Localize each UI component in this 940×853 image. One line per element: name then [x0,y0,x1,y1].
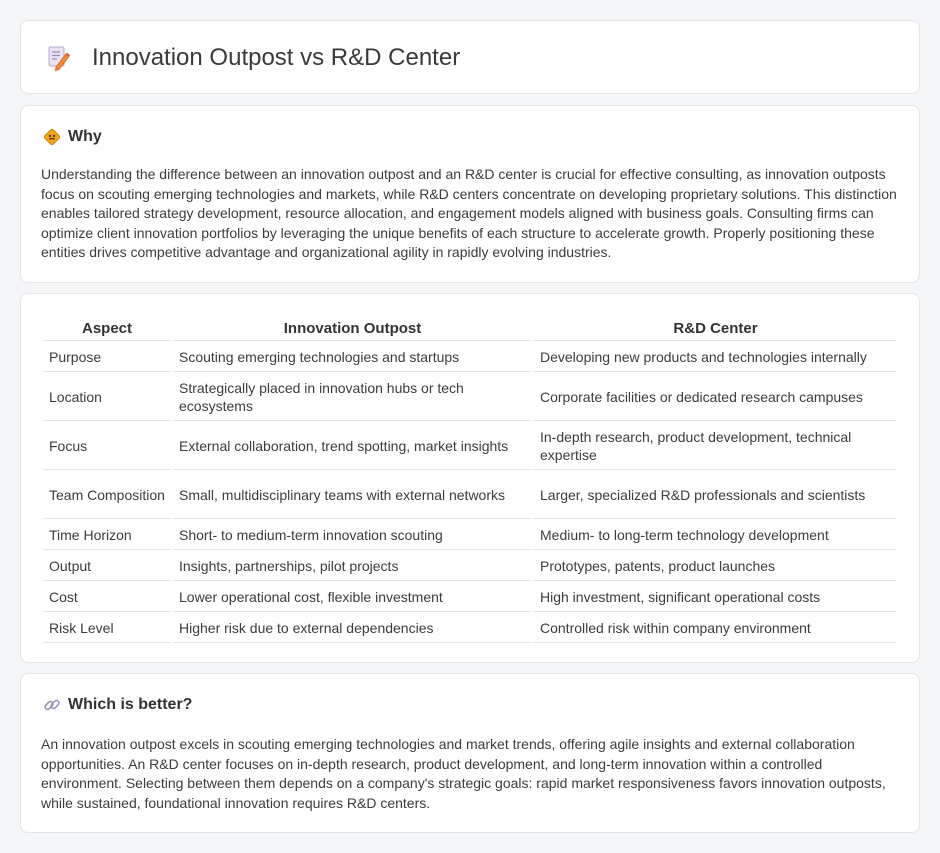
rd-center-cell: High investment, significant operational… [534,583,897,612]
table-row: Risk Level Higher risk due to external d… [43,614,897,643]
table-row: Team Composition Small, multidisciplinar… [43,472,897,519]
table-row: Cost Lower operational cost, flexible in… [43,583,897,612]
aspect-cell: Cost [43,583,171,612]
rd-center-cell: Corporate facilities or dedicated resear… [534,374,897,421]
rd-center-cell: Developing new products and technologies… [534,343,897,372]
table-header-row: Aspect Innovation Outpost R&D Center [43,316,897,341]
aspect-cell: Focus [43,423,171,470]
diamond-sign-icon [43,128,61,146]
comparison-table: Aspect Innovation Outpost R&D Center Pur… [41,314,899,645]
aspect-cell: Risk Level [43,614,171,643]
rd-center-cell: In-depth research, product development, … [534,423,897,470]
aspect-cell: Time Horizon [43,521,171,550]
table-row: Time Horizon Short- to medium-term innov… [43,521,897,550]
aspect-cell: Output [43,552,171,581]
comparison-section: Aspect Innovation Outpost R&D Center Pur… [20,293,920,663]
aspect-cell: Location [43,374,171,421]
link-icon [44,699,60,711]
innovation-outpost-cell: Short- to medium-term innovation scoutin… [173,521,532,550]
innovation-outpost-cell: Higher risk due to external dependencies [173,614,532,643]
aspect-cell: Team Composition [43,472,171,519]
why-heading: Why [68,128,102,145]
innovation-outpost-cell: Strategically placed in innovation hubs … [173,374,532,421]
why-header: Why [43,128,102,146]
better-heading: Which is better? [68,696,193,713]
better-header: Which is better? [43,696,192,714]
column-header-innovation-outpost: Innovation Outpost [173,316,532,341]
why-text: Understanding the difference between an … [41,166,897,261]
rd-center-cell: Prototypes, patents, product launches [534,552,897,581]
innovation-outpost-cell: Lower operational cost, flexible investm… [173,583,532,612]
innovation-outpost-cell: External collaboration, trend spotting, … [173,423,532,470]
which-is-better-section: Which is better? An innovation outpost e… [20,673,920,833]
rd-center-cell: Controlled risk within company environme… [534,614,897,643]
title-card: Innovation Outpost vs R&D Center [20,20,920,94]
table-row: Location Strategically placed in innovat… [43,374,897,421]
innovation-outpost-cell: Scouting emerging technologies and start… [173,343,532,372]
better-text: An innovation outpost excels in scouting… [41,736,886,811]
rd-center-cell: Medium- to long-term technology developm… [534,521,897,550]
column-header-rd-center: R&D Center [534,316,897,341]
table-row: Purpose Scouting emerging technologies a… [43,343,897,372]
table-row: Focus External collaboration, trend spot… [43,423,897,470]
aspect-cell: Purpose [43,343,171,372]
table-row: Output Insights, partnerships, pilot pro… [43,552,897,581]
innovation-outpost-cell: Insights, partnerships, pilot projects [173,552,532,581]
innovation-outpost-cell: Small, multidisciplinary teams with exte… [173,472,532,519]
why-section: Why Understanding the difference between… [20,105,920,283]
document-edit-icon [48,46,70,71]
page-title: Innovation Outpost vs R&D Center [92,44,461,71]
rd-center-cell: Larger, specialized R&D professionals an… [534,472,897,519]
column-header-aspect: Aspect [43,316,171,341]
